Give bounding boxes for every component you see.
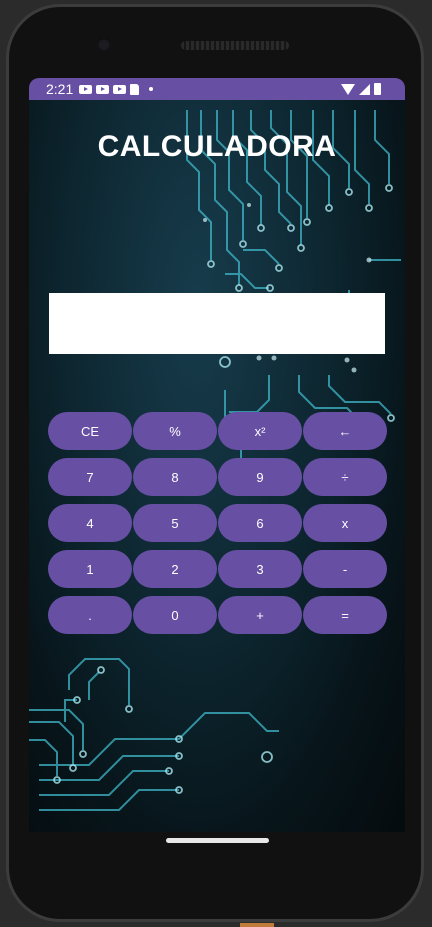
digit-2-button[interactable]: 2 bbox=[133, 550, 217, 588]
battery-icon bbox=[374, 83, 381, 95]
square-button[interactable]: x² bbox=[218, 412, 302, 450]
digit-5-button[interactable]: 5 bbox=[133, 504, 217, 542]
digit-8-button[interactable]: 8 bbox=[133, 458, 217, 496]
divide-button[interactable]: ÷ bbox=[303, 458, 387, 496]
keypad: CE % x² ← 7 8 9 ÷ 4 5 6 x 1 2 3 - . 0 + … bbox=[48, 412, 387, 634]
notification-icons bbox=[79, 83, 154, 95]
notification-dot-icon bbox=[149, 87, 154, 91]
decimal-point-button[interactable]: . bbox=[48, 596, 132, 634]
sd-card-icon bbox=[130, 83, 140, 95]
earpiece-speaker bbox=[181, 41, 289, 50]
digit-9-button[interactable]: 9 bbox=[218, 458, 302, 496]
digit-4-button[interactable]: 4 bbox=[48, 504, 132, 542]
signal-icon bbox=[359, 83, 370, 95]
digit-7-button[interactable]: 7 bbox=[48, 458, 132, 496]
add-button[interactable]: + bbox=[218, 596, 302, 634]
front-camera bbox=[97, 38, 111, 52]
equals-button[interactable]: = bbox=[303, 596, 387, 634]
digit-6-button[interactable]: 6 bbox=[218, 504, 302, 542]
digit-3-button[interactable]: 3 bbox=[218, 550, 302, 588]
digit-0-button[interactable]: 0 bbox=[133, 596, 217, 634]
clear-entry-button[interactable]: CE bbox=[48, 412, 132, 450]
youtube-icon bbox=[79, 84, 93, 94]
system-icons bbox=[341, 83, 381, 95]
app-screen: 2:21 CALCULADORA CE % x² ← 7 8 9 ÷ 4 5 6… bbox=[29, 78, 405, 832]
status-time: 2:21 bbox=[46, 81, 74, 97]
percent-button[interactable]: % bbox=[133, 412, 217, 450]
multiply-button[interactable]: x bbox=[303, 504, 387, 542]
page-title: CALCULADORA bbox=[97, 130, 337, 163]
youtube-icon bbox=[113, 84, 127, 94]
device-side-button bbox=[240, 923, 274, 927]
youtube-icon bbox=[96, 84, 110, 94]
wifi-icon bbox=[341, 83, 355, 95]
home-gesture-bar[interactable] bbox=[166, 838, 269, 843]
backspace-button[interactable]: ← bbox=[303, 412, 387, 450]
status-bar: 2:21 bbox=[29, 78, 405, 100]
calculator-display[interactable] bbox=[49, 293, 385, 354]
digit-1-button[interactable]: 1 bbox=[48, 550, 132, 588]
subtract-button[interactable]: - bbox=[303, 550, 387, 588]
